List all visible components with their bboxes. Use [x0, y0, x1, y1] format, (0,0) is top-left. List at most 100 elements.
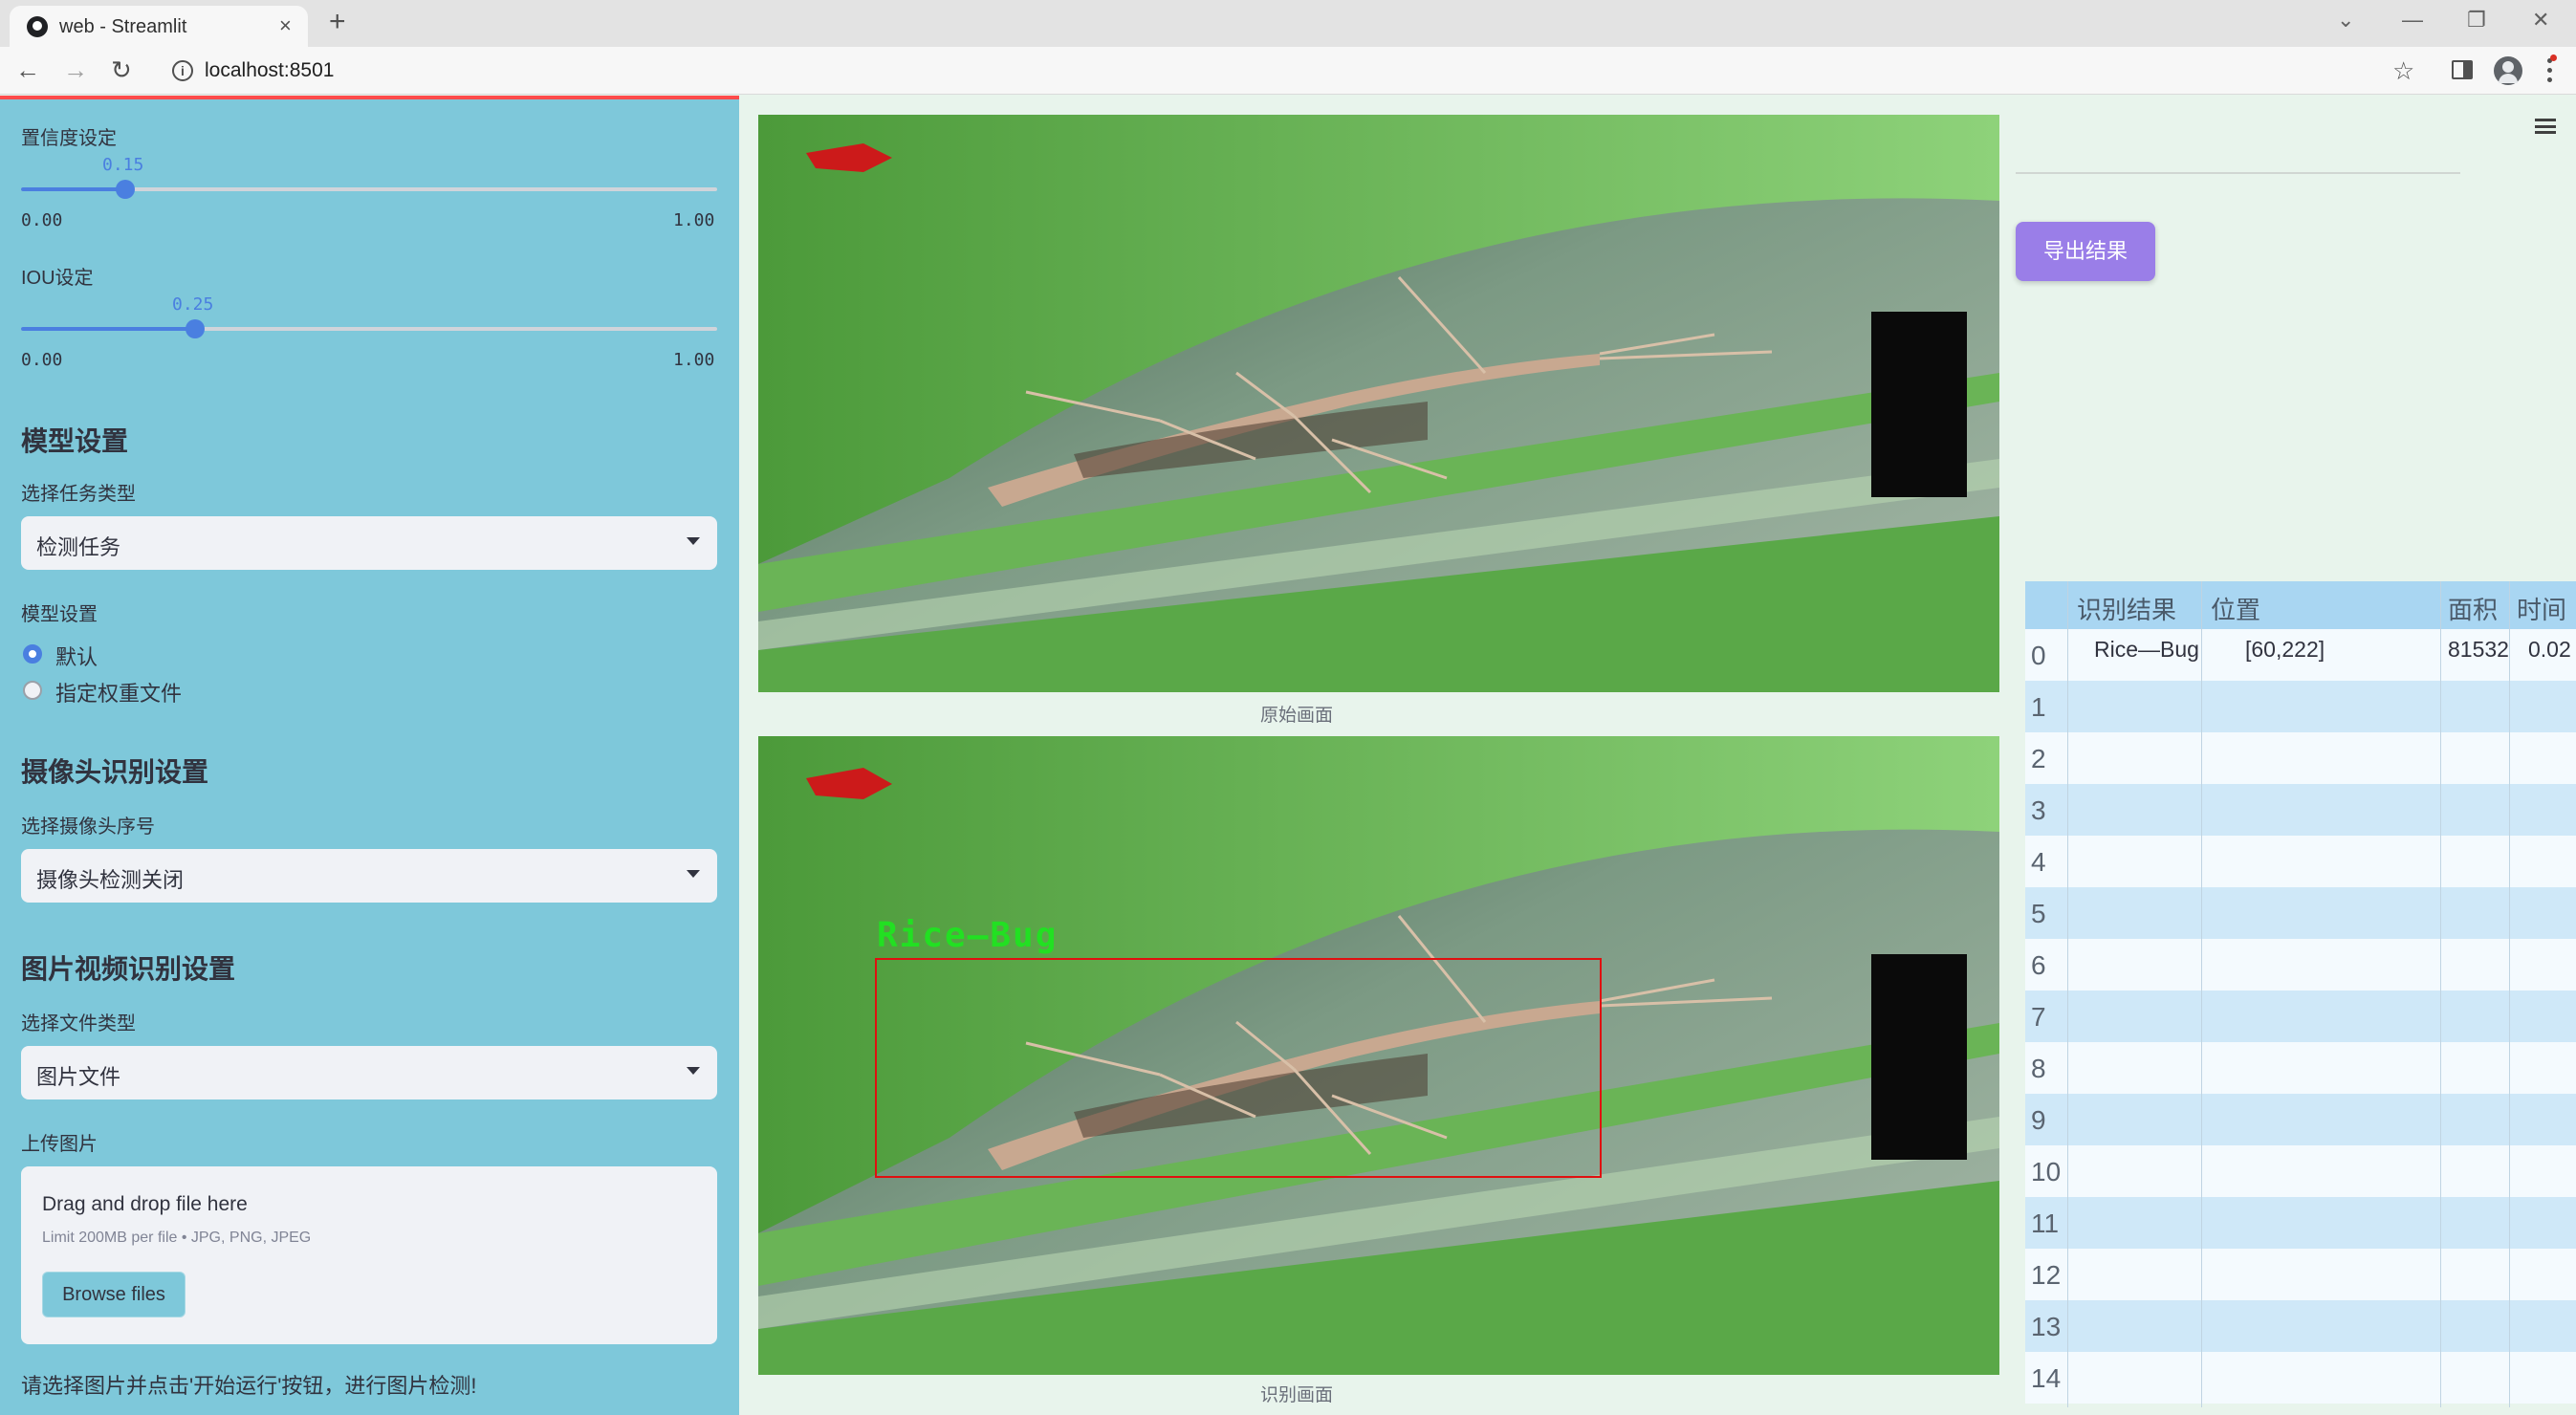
- table-row[interactable]: 13: [2025, 1300, 2576, 1352]
- hamburger-menu-icon[interactable]: [2535, 119, 2556, 134]
- table-row[interactable]: 4: [2025, 836, 2576, 887]
- browser-tab-bar: web - Streamlit × + ⌄ — ❐ ✕: [0, 0, 2576, 47]
- tab-list-chevron-icon[interactable]: ⌄: [2337, 8, 2354, 33]
- row-index: 11: [2031, 1208, 2060, 1238]
- row-index: 3: [2031, 795, 2046, 825]
- site-info-icon[interactable]: i: [172, 60, 193, 81]
- media-settings-heading: 图片视频识别设置: [21, 954, 236, 984]
- radio-unchecked-icon: [23, 681, 42, 700]
- cell-area: 81532: [2448, 637, 2509, 662]
- profile-avatar-icon[interactable]: [2494, 56, 2522, 85]
- file-uploader-dropzone[interactable]: Drag and drop file here Limit 200MB per …: [21, 1166, 717, 1344]
- radio-default-label: 默认: [55, 645, 98, 669]
- tab-title: web - Streamlit: [59, 16, 187, 37]
- table-row[interactable]: 3: [2025, 784, 2576, 836]
- radio-checked-icon: [23, 644, 42, 664]
- restore-icon[interactable]: ❐: [2467, 8, 2486, 33]
- table-header: 识别结果 位置 面积 时间: [2025, 581, 2576, 629]
- table-row[interactable]: 14: [2025, 1352, 2576, 1404]
- confidence-slider-fill: [21, 187, 125, 191]
- iou-label: IOU设定: [21, 268, 94, 289]
- browser-tab[interactable]: web - Streamlit ×: [10, 6, 308, 47]
- row-index: 13: [2031, 1312, 2062, 1341]
- file-type-label: 选择文件类型: [21, 1013, 136, 1034]
- reload-icon[interactable]: ↻: [111, 55, 132, 85]
- detection-label: Rice—Bug: [877, 916, 1059, 955]
- confidence-label: 置信度设定: [21, 128, 117, 149]
- model-settings-heading: 模型设置: [21, 426, 129, 456]
- model-setting-label: 模型设置: [21, 604, 98, 625]
- file-type-select[interactable]: 图片文件: [21, 1046, 717, 1099]
- column-divider: [2440, 581, 2441, 1407]
- bookmark-star-icon[interactable]: ☆: [2392, 56, 2414, 86]
- browser-menu-icon[interactable]: [2547, 54, 2557, 83]
- confidence-slider[interactable]: [21, 180, 717, 199]
- task-type-label: 选择任务类型: [21, 484, 136, 505]
- table-row[interactable]: 11: [2025, 1197, 2576, 1249]
- file-type-value: 图片文件: [36, 1065, 121, 1089]
- table-row[interactable]: 2: [2025, 732, 2576, 784]
- row-index: 5: [2031, 899, 2046, 928]
- confidence-max: 1.00: [673, 210, 715, 230]
- iou-slider-thumb[interactable]: [186, 319, 205, 338]
- column-header-area[interactable]: 面积: [2448, 591, 2498, 626]
- row-index: 2: [2031, 744, 2046, 773]
- column-header-position[interactable]: 位置: [2211, 591, 2260, 626]
- row-index: 6: [2031, 950, 2046, 980]
- cell-result: Rice—Bug: [2094, 637, 2199, 662]
- new-tab-icon[interactable]: +: [329, 6, 346, 38]
- radio-custom-label: 指定权重文件: [55, 682, 183, 706]
- row-index: 12: [2031, 1260, 2062, 1290]
- table-row[interactable]: 8: [2025, 1042, 2576, 1094]
- sidebar-hint: 请选择图片并点击'开始运行'按钮，进行图片检测!: [21, 1374, 477, 1398]
- upload-title: Drag and drop file here: [42, 1193, 248, 1215]
- row-index: 4: [2031, 847, 2046, 877]
- column-header-time[interactable]: 时间: [2517, 591, 2566, 626]
- iou-max: 1.00: [673, 350, 715, 370]
- table-row[interactable]: 10: [2025, 1145, 2576, 1197]
- table-row[interactable]: 7: [2025, 990, 2576, 1042]
- table-row[interactable]: 1: [2025, 681, 2576, 732]
- cell-position: [60,222]: [2245, 637, 2325, 662]
- column-header-result[interactable]: 识别结果: [2077, 591, 2176, 626]
- camera-select[interactable]: 摄像头检测关闭: [21, 849, 717, 903]
- upload-label: 上传图片: [21, 1134, 98, 1155]
- column-divider: [2509, 581, 2510, 1407]
- confidence-slider-thumb[interactable]: [116, 180, 135, 199]
- detected-image: Rice—Bug: [758, 736, 1999, 1375]
- chevron-down-icon: [687, 870, 700, 878]
- row-index: 1: [2031, 692, 2046, 722]
- browser-address-bar: ← → ↻ i localhost:8501 ☆: [0, 47, 2576, 95]
- forward-icon[interactable]: →: [63, 55, 88, 85]
- table-row[interactable]: 0 Rice—Bug [60,222] 81532 0.02: [2025, 629, 2576, 681]
- row-index: 10: [2031, 1157, 2062, 1186]
- browse-files-button[interactable]: Browse files: [42, 1272, 186, 1317]
- export-results-button[interactable]: 导出结果: [2016, 222, 2155, 281]
- iou-min: 0.00: [21, 350, 63, 370]
- row-index: 14: [2031, 1363, 2062, 1393]
- camera-select-value: 摄像头检测关闭: [36, 868, 185, 892]
- table-row[interactable]: 5: [2025, 887, 2576, 939]
- table-row[interactable]: 9: [2025, 1094, 2576, 1145]
- iou-slider[interactable]: [21, 319, 717, 338]
- row-index: 8: [2031, 1054, 2046, 1083]
- iou-value: 0.25: [172, 294, 214, 315]
- back-icon[interactable]: ←: [15, 55, 40, 85]
- column-divider: [2067, 581, 2068, 1407]
- side-panel-icon[interactable]: [2452, 60, 2473, 79]
- row-index: 0: [2031, 641, 2046, 670]
- url-field[interactable]: [159, 52, 2417, 90]
- sidebar: 置信度设定 0.15 0.00 1.00 IOU设定 0.25 0.00 1.0…: [0, 96, 739, 1415]
- tab-close-icon[interactable]: ×: [279, 13, 292, 38]
- original-image-caption: 原始画面: [1260, 706, 1334, 726]
- task-type-select[interactable]: 检测任务: [21, 516, 717, 570]
- streamlit-favicon-icon: [27, 16, 48, 37]
- minimize-icon[interactable]: —: [2402, 8, 2423, 33]
- close-window-icon[interactable]: ✕: [2532, 8, 2549, 33]
- table-row[interactable]: 6: [2025, 939, 2576, 990]
- chevron-down-icon: [687, 537, 700, 545]
- camera-select-label: 选择摄像头序号: [21, 816, 155, 838]
- table-row[interactable]: 12: [2025, 1249, 2576, 1300]
- column-divider: [2201, 581, 2202, 1407]
- row-index: 7: [2031, 1002, 2046, 1032]
